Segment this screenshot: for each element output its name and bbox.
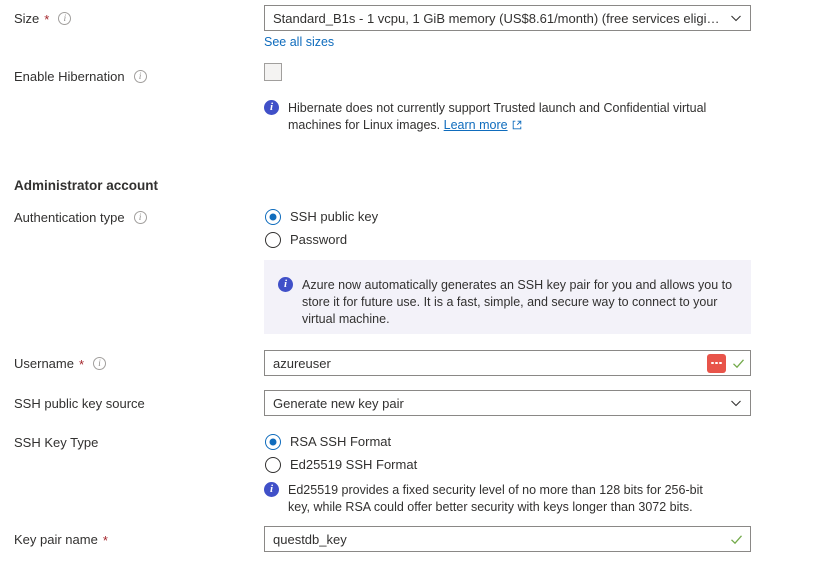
username-label: Username * i bbox=[14, 356, 106, 371]
required-asterisk: * bbox=[103, 534, 108, 547]
external-link-icon bbox=[512, 120, 522, 130]
ssh-key-pair-notice: i Azure now automatically generates an S… bbox=[264, 260, 751, 334]
enable-hibernation-label: Enable Hibernation i bbox=[14, 69, 147, 84]
password-manager-badge-icon[interactable] bbox=[707, 354, 726, 373]
radio-option-ssh-public-key[interactable]: SSH public key bbox=[265, 205, 378, 228]
ssh-key-type-label-text: SSH Key Type bbox=[14, 435, 98, 450]
chevron-down-icon bbox=[730, 12, 742, 24]
ssh-public-key-source-value: Generate new key pair bbox=[273, 396, 724, 411]
enable-hibernation-label-text: Enable Hibernation bbox=[14, 69, 125, 84]
ed25519-notice: i Ed25519 provides a fixed security leve… bbox=[264, 482, 724, 516]
size-label-text: Size bbox=[14, 11, 39, 26]
key-pair-name-input-value: questdb_key bbox=[273, 532, 729, 547]
radio-option-password[interactable]: Password bbox=[265, 228, 378, 251]
username-input[interactable]: azureuser bbox=[264, 350, 751, 376]
size-label: Size * i bbox=[14, 11, 71, 26]
info-circle-icon[interactable]: i bbox=[93, 357, 106, 370]
ssh-key-type-radio-group: RSA SSH Format Ed25519 SSH Format bbox=[265, 430, 417, 476]
info-circle-icon[interactable]: i bbox=[58, 12, 71, 25]
required-asterisk: * bbox=[79, 358, 84, 371]
radio-indicator bbox=[265, 457, 281, 473]
username-label-text: Username bbox=[14, 356, 74, 371]
size-dropdown[interactable]: Standard_B1s - 1 vcpu, 1 GiB memory (US$… bbox=[264, 5, 751, 31]
valid-checkmark-icon bbox=[731, 356, 746, 371]
ssh-public-key-source-label-text: SSH public key source bbox=[14, 396, 145, 411]
ssh-key-pair-notice-text: Azure now automatically generates an SSH… bbox=[302, 277, 737, 334]
radio-label: Password bbox=[290, 232, 347, 247]
username-input-value: azureuser bbox=[273, 356, 707, 371]
ssh-public-key-source-dropdown[interactable]: Generate new key pair bbox=[264, 390, 751, 416]
key-pair-name-input[interactable]: questdb_key bbox=[264, 526, 751, 552]
key-pair-name-label: Key pair name * bbox=[14, 532, 108, 547]
radio-label: SSH public key bbox=[290, 209, 378, 224]
ed25519-notice-text: Ed25519 provides a fixed security level … bbox=[288, 482, 724, 516]
authentication-type-label-text: Authentication type bbox=[14, 210, 125, 225]
info-circle-icon[interactable]: i bbox=[134, 211, 147, 224]
hibernation-notice-text: Hibernate does not currently support Tru… bbox=[288, 100, 734, 134]
radio-option-ed25519-ssh-format[interactable]: Ed25519 SSH Format bbox=[265, 453, 417, 476]
radio-indicator bbox=[265, 209, 281, 225]
authentication-type-radio-group: SSH public key Password bbox=[265, 205, 378, 251]
administrator-account-heading: Administrator account bbox=[14, 178, 158, 193]
radio-label: RSA SSH Format bbox=[290, 434, 391, 449]
info-circle-icon[interactable]: i bbox=[134, 70, 147, 83]
radio-option-rsa-ssh-format[interactable]: RSA SSH Format bbox=[265, 430, 417, 453]
key-pair-name-label-text: Key pair name bbox=[14, 532, 98, 547]
see-all-sizes-link[interactable]: See all sizes bbox=[264, 35, 334, 49]
hibernation-notice: i Hibernate does not currently support T… bbox=[264, 100, 734, 134]
required-asterisk: * bbox=[44, 13, 49, 26]
chevron-down-icon bbox=[730, 397, 742, 409]
ssh-public-key-source-label: SSH public key source bbox=[14, 396, 145, 411]
radio-indicator bbox=[265, 232, 281, 248]
radio-label: Ed25519 SSH Format bbox=[290, 457, 417, 472]
info-badge-icon: i bbox=[264, 100, 279, 115]
learn-more-link[interactable]: Learn more bbox=[444, 118, 508, 132]
info-badge-icon: i bbox=[264, 482, 279, 497]
enable-hibernation-checkbox[interactable] bbox=[264, 63, 282, 81]
valid-checkmark-icon bbox=[729, 532, 744, 547]
size-dropdown-value: Standard_B1s - 1 vcpu, 1 GiB memory (US$… bbox=[273, 11, 724, 26]
radio-indicator bbox=[265, 434, 281, 450]
authentication-type-label: Authentication type i bbox=[14, 210, 147, 225]
info-badge-icon: i bbox=[278, 277, 293, 292]
ssh-key-type-label: SSH Key Type bbox=[14, 435, 98, 450]
